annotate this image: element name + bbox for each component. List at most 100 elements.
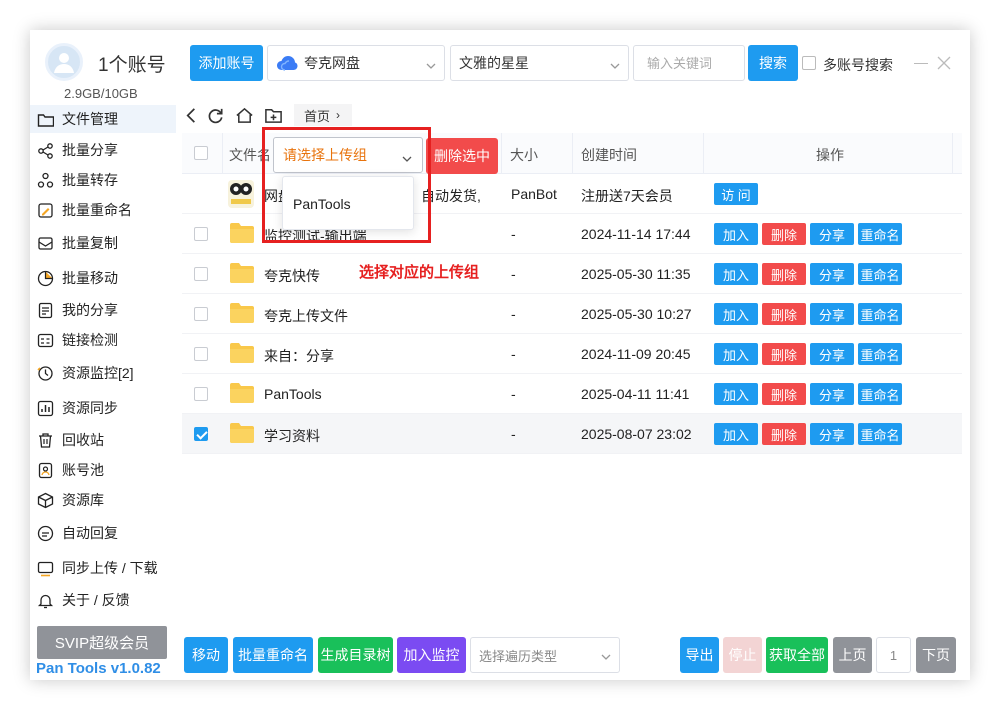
sidebar-item-account-pool[interactable]: 账号池 bbox=[30, 456, 176, 484]
column-divider bbox=[952, 133, 953, 174]
svip-button[interactable]: SVIP超级会员 bbox=[37, 626, 167, 659]
search-button[interactable]: 搜索 bbox=[748, 45, 798, 81]
traverse-type-select[interactable]: 选择遍历类型 bbox=[470, 637, 620, 673]
table-row[interactable]: 来自：分享 - 2024-11-09 20:45 加入 删除 分享 重命名 bbox=[182, 334, 962, 374]
annotation-highlight-box bbox=[262, 127, 431, 243]
delete-button[interactable]: 删除 bbox=[762, 263, 806, 285]
sidebar-item-rename[interactable]: 批量重命名 bbox=[30, 196, 176, 224]
sidebar-item-link-check[interactable]: 链接检测 bbox=[30, 326, 176, 354]
column-divider bbox=[703, 133, 704, 174]
sidebar-item-transfer[interactable]: 批量转存 bbox=[30, 166, 176, 194]
table-row[interactable]: PanTools - 2025-04-11 11:41 加入 删除 分享 重命名 bbox=[182, 374, 962, 414]
stop-button[interactable]: 停止 bbox=[723, 637, 762, 673]
rename-button[interactable]: 重命名 bbox=[858, 343, 902, 365]
ad-created: 注册送7天会员 bbox=[581, 188, 673, 204]
folder-icon bbox=[230, 263, 254, 283]
row-checkbox[interactable] bbox=[194, 387, 208, 401]
page-number-input[interactable]: 1 bbox=[876, 637, 911, 673]
folder-icon bbox=[230, 423, 254, 443]
add-monitor-button[interactable]: 加入监控 bbox=[397, 637, 466, 673]
minimize-icon[interactable] bbox=[914, 63, 928, 64]
table-row[interactable]: 夸克上传文件 - 2025-05-30 10:27 加入 删除 分享 重命名 bbox=[182, 294, 962, 334]
share-button[interactable]: 分享 bbox=[810, 383, 854, 405]
link-check-icon bbox=[36, 331, 54, 349]
chevron-down-icon bbox=[610, 58, 620, 69]
sidebar-item-my-share[interactable]: 我的分享 bbox=[30, 296, 176, 324]
join-button[interactable]: 加入 bbox=[714, 343, 758, 365]
breadcrumb-home[interactable]: 首页 bbox=[304, 106, 330, 125]
table-row[interactable]: 学习资料 - 2025-08-07 23:02 加入 删除 分享 重命名 bbox=[182, 414, 962, 454]
rename-button[interactable]: 重命名 bbox=[858, 223, 902, 245]
sidebar-item-resource[interactable]: 资源库 bbox=[30, 486, 176, 514]
visit-button[interactable]: 访 问 bbox=[714, 183, 758, 205]
file-name[interactable]: 夸克上传文件 bbox=[264, 306, 348, 326]
file-name[interactable]: 来自：分享 bbox=[264, 346, 334, 366]
move-icon bbox=[36, 269, 54, 287]
keyword-search-input[interactable] bbox=[633, 45, 745, 81]
file-name[interactable]: PanTools bbox=[264, 386, 322, 402]
next-page-button[interactable]: 下页 bbox=[916, 637, 956, 673]
new-folder-icon[interactable] bbox=[263, 105, 283, 125]
move-button[interactable]: 移动 bbox=[184, 637, 228, 673]
delete-button[interactable]: 删除 bbox=[762, 223, 806, 245]
row-checkbox[interactable] bbox=[194, 427, 208, 441]
row-checkbox[interactable] bbox=[194, 227, 208, 241]
rename-button[interactable]: 重命名 bbox=[858, 263, 902, 285]
delete-button[interactable]: 删除 bbox=[762, 303, 806, 325]
share-button[interactable]: 分享 bbox=[810, 343, 854, 365]
close-icon[interactable] bbox=[936, 55, 952, 71]
user-select[interactable]: 文雅的星星 bbox=[450, 45, 629, 81]
rename-button[interactable]: 重命名 bbox=[858, 423, 902, 445]
row-checkbox[interactable] bbox=[194, 347, 208, 361]
copy-icon bbox=[36, 234, 54, 252]
join-button[interactable]: 加入 bbox=[714, 423, 758, 445]
batch-rename-button[interactable]: 批量重命名 bbox=[233, 637, 313, 673]
sidebar-item-bell[interactable]: 关于 / 反馈 bbox=[30, 586, 176, 614]
breadcrumb[interactable]: 首页 › bbox=[294, 104, 352, 126]
share-button[interactable]: 分享 bbox=[810, 303, 854, 325]
sidebar-item-sync[interactable]: 资源同步 bbox=[30, 394, 176, 422]
multi-account-checkbox[interactable] bbox=[802, 56, 816, 70]
export-button[interactable]: 导出 bbox=[680, 637, 719, 673]
home-icon[interactable] bbox=[234, 105, 254, 125]
rename-button[interactable]: 重命名 bbox=[858, 383, 902, 405]
add-account-button[interactable]: 添加账号 bbox=[190, 45, 263, 81]
generate-tree-button[interactable]: 生成目录树 bbox=[318, 637, 393, 673]
rename-button[interactable]: 重命名 bbox=[858, 303, 902, 325]
share-button[interactable]: 分享 bbox=[810, 423, 854, 445]
file-name[interactable]: 学习资料 bbox=[264, 426, 320, 446]
get-all-button[interactable]: 获取全部 bbox=[766, 637, 828, 673]
share-button[interactable]: 分享 bbox=[810, 223, 854, 245]
table-row[interactable]: 夸克快传 - 2025-05-30 11:35 加入 删除 分享 重命名 bbox=[182, 254, 962, 294]
delete-selected-button[interactable]: 删除选中 bbox=[426, 138, 498, 174]
drive-select[interactable]: 夸克网盘 bbox=[267, 45, 445, 81]
sidebar-item-folder[interactable]: 文件管理 bbox=[30, 105, 176, 133]
storage-usage: 2.9GB/10GB bbox=[64, 86, 138, 101]
sidebar-item-copy[interactable]: 批量复制 bbox=[30, 229, 176, 257]
join-button[interactable]: 加入 bbox=[714, 263, 758, 285]
sidebar-item-monitor[interactable]: 资源监控[2] bbox=[30, 359, 176, 387]
join-button[interactable]: 加入 bbox=[714, 223, 758, 245]
delete-button[interactable]: 删除 bbox=[762, 383, 806, 405]
chevron-right-icon: › bbox=[336, 108, 341, 122]
delete-button[interactable]: 删除 bbox=[762, 423, 806, 445]
prev-page-button[interactable]: 上页 bbox=[833, 637, 872, 673]
refresh-icon[interactable] bbox=[205, 105, 225, 125]
sidebar-item-label: 批量分享 bbox=[62, 142, 118, 158]
file-name[interactable]: 夸克快传 bbox=[264, 266, 320, 286]
sync-icon bbox=[36, 399, 54, 417]
row-checkbox[interactable] bbox=[194, 267, 208, 281]
back-icon[interactable] bbox=[181, 105, 201, 125]
join-button[interactable]: 加入 bbox=[714, 303, 758, 325]
join-button[interactable]: 加入 bbox=[714, 383, 758, 405]
sidebar-item-share[interactable]: 批量分享 bbox=[30, 136, 176, 164]
select-all-checkbox[interactable] bbox=[194, 146, 208, 160]
sidebar-item-upload-download[interactable]: 同步上传 / 下载 bbox=[30, 554, 176, 582]
sidebar-item-move[interactable]: 批量移动 bbox=[30, 264, 176, 292]
row-checkbox[interactable] bbox=[194, 307, 208, 321]
sidebar-item-trash[interactable]: 回收站 bbox=[30, 426, 176, 454]
delete-button[interactable]: 删除 bbox=[762, 343, 806, 365]
share-button[interactable]: 分享 bbox=[810, 263, 854, 285]
sidebar-item-auto-reply[interactable]: 自动回复 bbox=[30, 519, 176, 547]
avatar[interactable] bbox=[45, 43, 83, 81]
